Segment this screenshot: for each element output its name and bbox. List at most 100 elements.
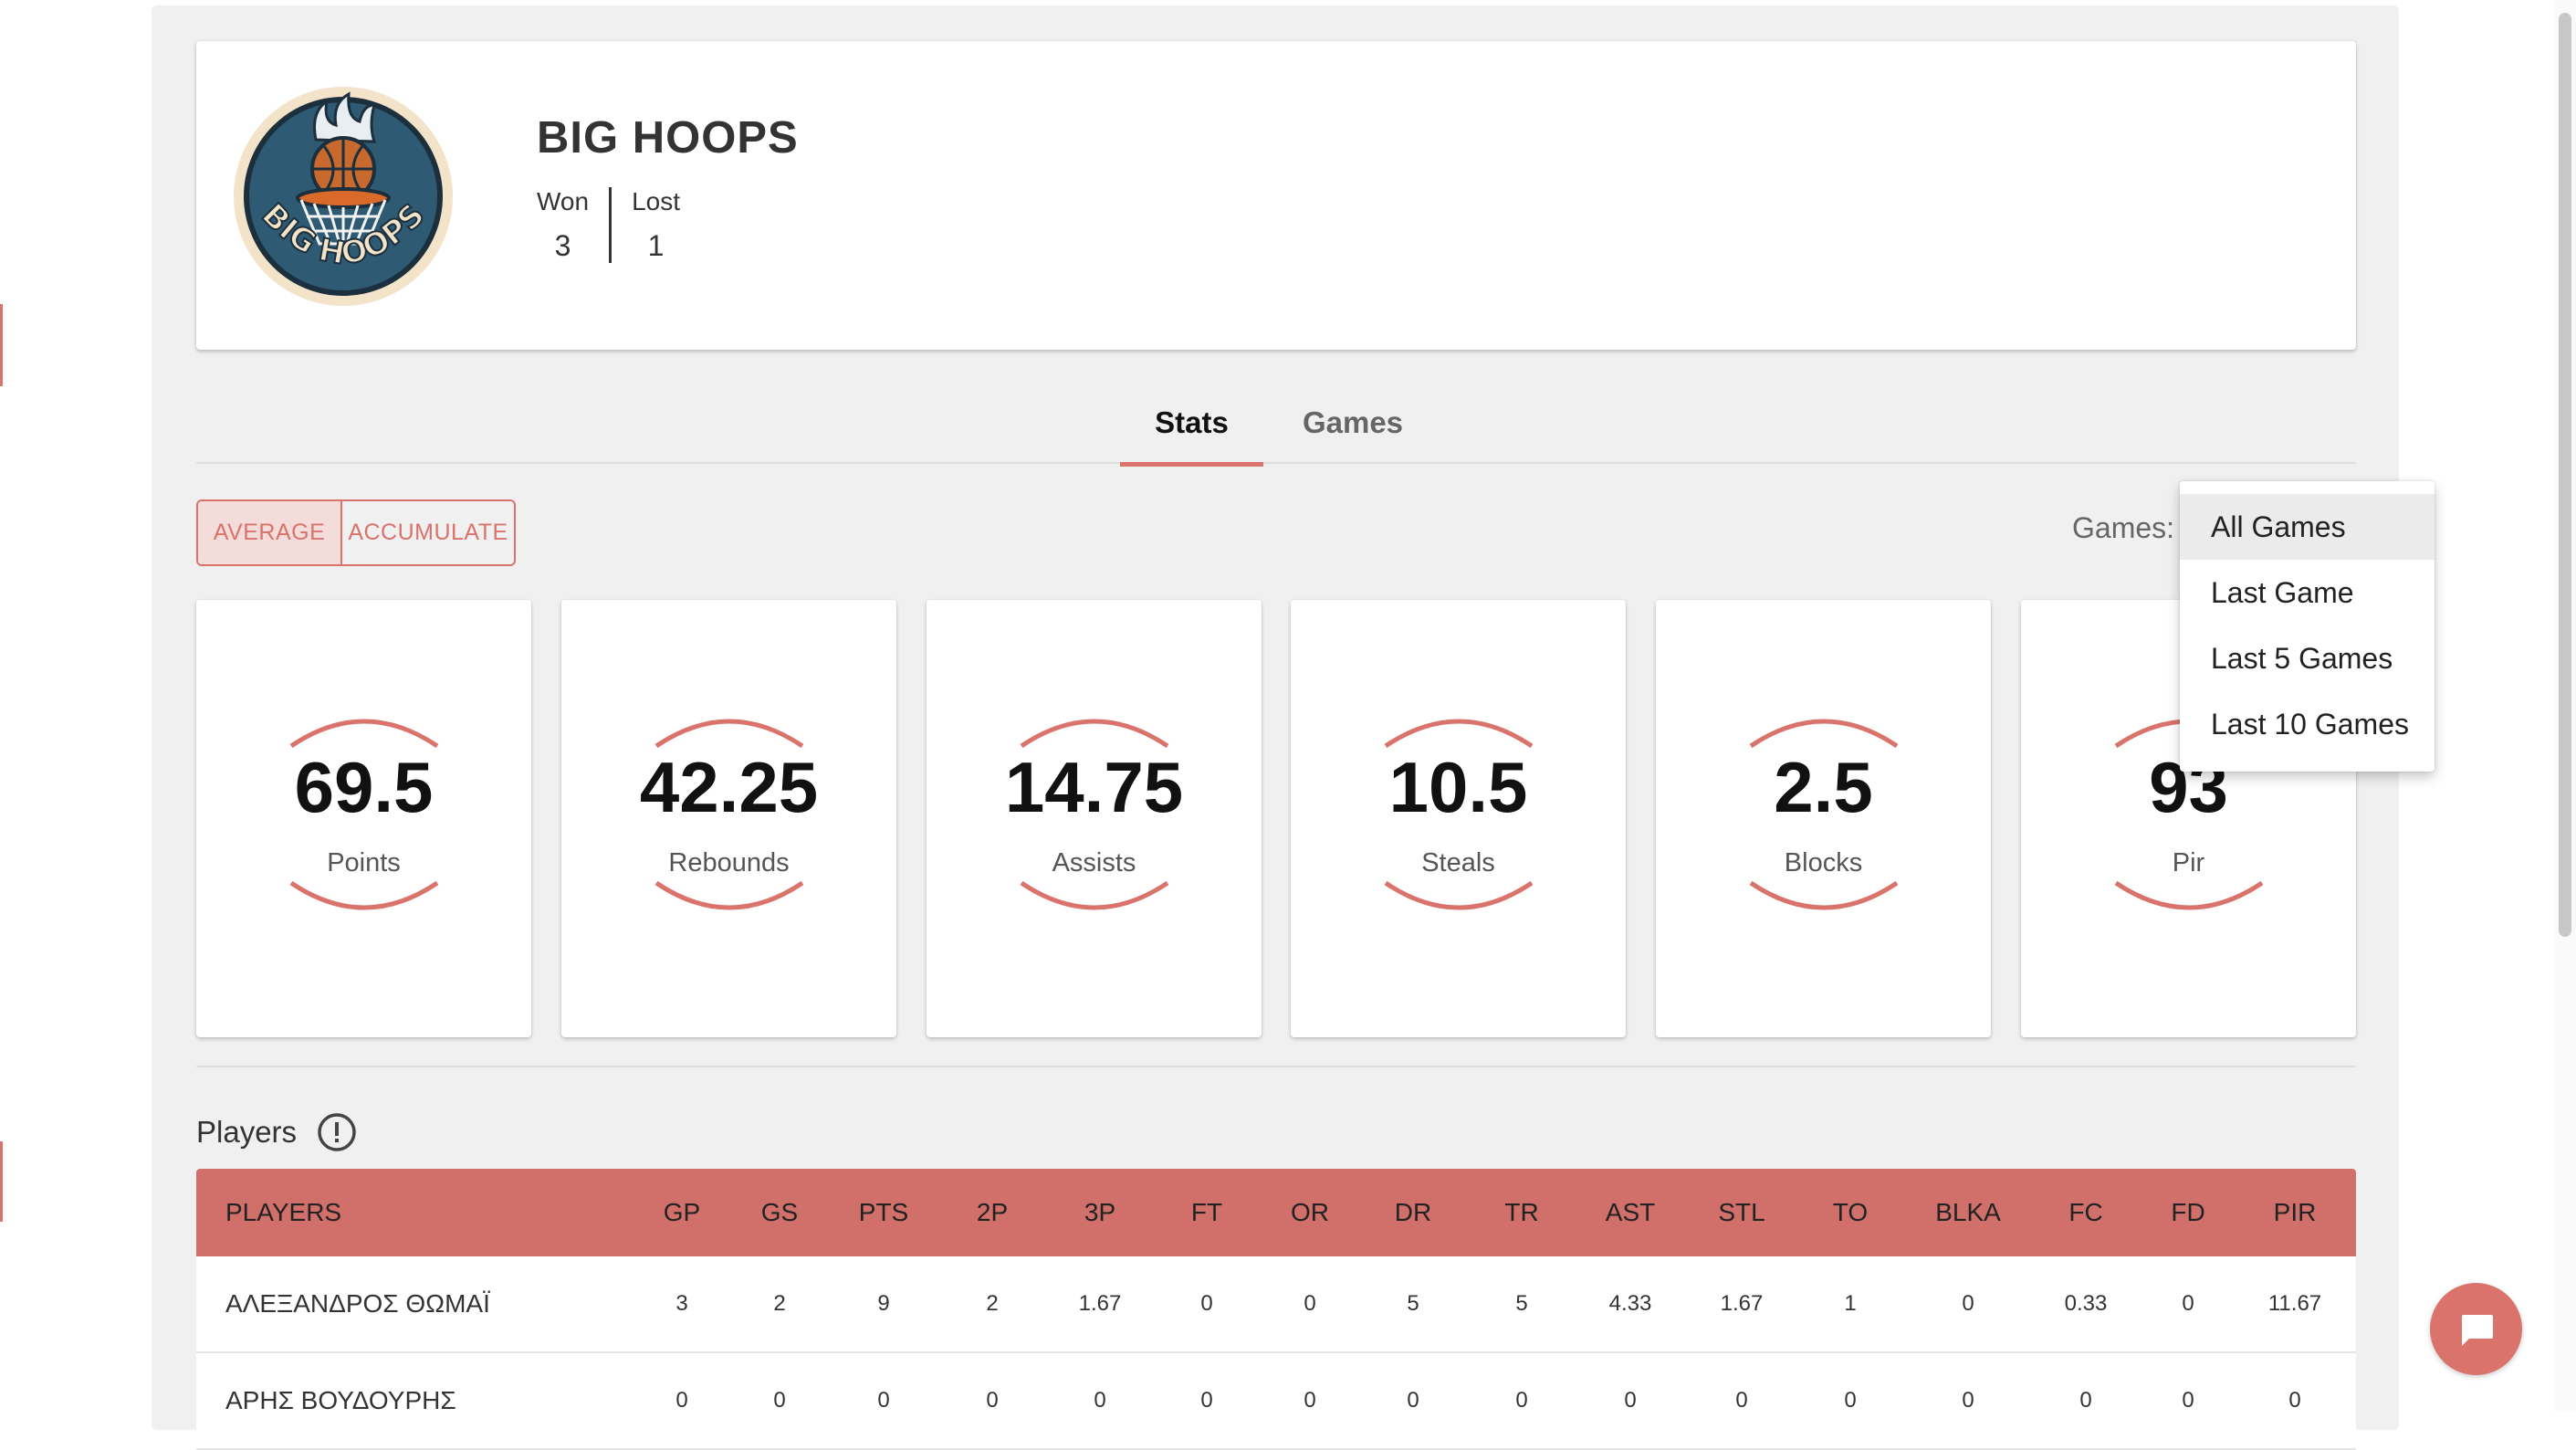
- table-row[interactable]: ΑΡΗΣ ΒΟΥΔΟΥΡΗΣ 0 0 0 0 0 0 0 0 0 0 0 0 0…: [196, 1353, 2356, 1450]
- stat-card-assists: 14.75 Assists: [927, 600, 1262, 1037]
- table-cell: 0: [2182, 1388, 2194, 1413]
- column-header[interactable]: DR: [1395, 1169, 1431, 1256]
- scrollbar-thumb[interactable]: [2559, 13, 2571, 937]
- player-name: ΑΡΗΣ ΒΟΥΔΟΥΡΗΣ: [225, 1386, 456, 1414]
- table-cell: 0: [1304, 1291, 1316, 1316]
- left-edge-marker: [0, 304, 3, 386]
- table-cell: 0: [1200, 1388, 1213, 1413]
- column-header[interactable]: 3P: [1084, 1169, 1115, 1256]
- table-cell: 1.67: [1720, 1291, 1764, 1316]
- stat-card-steals: 10.5 Steals: [1291, 600, 1626, 1037]
- column-header[interactable]: STL: [1718, 1169, 1764, 1256]
- table-cell: 0: [986, 1388, 999, 1413]
- column-header[interactable]: GS: [761, 1169, 798, 1256]
- games-filter-label: Games:: [2072, 511, 2175, 544]
- games-filter-dropdown: All Games Last Game Last 5 Games Last 10…: [2180, 481, 2435, 772]
- table-cell: 3: [675, 1291, 688, 1316]
- players-section-title: Players: [196, 1112, 357, 1152]
- left-edge-marker: [0, 1141, 3, 1222]
- table-cell: 4.33: [1608, 1291, 1652, 1316]
- table-cell: 0: [1624, 1388, 1637, 1413]
- games-option-last-game[interactable]: Last Game: [2180, 560, 2435, 625]
- lost-label: Lost: [632, 187, 681, 215]
- column-header[interactable]: PTS: [859, 1169, 908, 1256]
- games-option-last-5[interactable]: Last 5 Games: [2180, 625, 2435, 691]
- table-cell: 5: [1515, 1291, 1528, 1316]
- chat-button[interactable]: [2430, 1283, 2522, 1375]
- table-cell: 0: [1515, 1388, 1528, 1413]
- table-cell: 0: [1962, 1291, 1974, 1316]
- table-cell: 0: [675, 1388, 688, 1413]
- table-cell: 0: [1094, 1388, 1106, 1413]
- team-logo: BIG HOOPS: [234, 87, 453, 306]
- won-label: Won: [537, 187, 590, 215]
- stat-value: 42.25: [639, 747, 819, 827]
- players-title-label: Players: [196, 1115, 298, 1149]
- stat-mode-toggle: AVERAGE ACCUMULATE: [196, 499, 516, 566]
- info-circle-icon[interactable]: [317, 1112, 357, 1152]
- table-cell: 0: [1844, 1388, 1857, 1413]
- stat-card-blocks: 2.5 Blocks: [1656, 600, 1991, 1037]
- table-cell: 0: [773, 1388, 786, 1413]
- stat-label: Rebounds: [668, 848, 790, 877]
- table-cell: 0: [1407, 1388, 1419, 1413]
- column-header[interactable]: FC: [2068, 1169, 2102, 1256]
- column-header[interactable]: TO: [1833, 1169, 1868, 1256]
- table-cell: 0: [877, 1388, 890, 1413]
- column-header[interactable]: FD: [2171, 1169, 2204, 1256]
- column-header[interactable]: PLAYERS: [225, 1169, 341, 1256]
- section-divider: [196, 1066, 2356, 1067]
- table-cell: 5: [1407, 1291, 1419, 1316]
- table-cell: 0: [2079, 1388, 2092, 1413]
- games-option-all[interactable]: All Games: [2180, 494, 2435, 560]
- average-button[interactable]: AVERAGE: [198, 501, 340, 564]
- table-cell: 9: [877, 1291, 890, 1316]
- accumulate-button[interactable]: ACCUMULATE: [340, 501, 514, 564]
- stat-label: Points: [327, 848, 401, 877]
- column-header[interactable]: FT: [1191, 1169, 1222, 1256]
- stat-value: 69.5: [294, 747, 434, 827]
- column-header[interactable]: 2P: [977, 1169, 1008, 1256]
- table-cell: 0: [1304, 1388, 1316, 1413]
- table-cell: 2: [986, 1291, 999, 1316]
- team-record: Won 3 Lost 1: [537, 187, 700, 263]
- column-header[interactable]: PIR: [2274, 1169, 2317, 1256]
- table-row[interactable]: ΑΛΕΞΑΝΔΡΟΣ ΘΩΜΑΪ 3 2 9 2 1.67 0 0 5 5 4.…: [196, 1256, 2356, 1353]
- table-cell: 0.33: [2064, 1291, 2108, 1316]
- tab-games[interactable]: Games: [1284, 405, 1421, 440]
- team-name: BIG HOOPS: [537, 113, 799, 163]
- column-header[interactable]: OR: [1291, 1169, 1329, 1256]
- stat-value: 2.5: [1774, 747, 1873, 827]
- stat-label: Assists: [1052, 848, 1136, 877]
- games-option-last-10[interactable]: Last 10 Games: [2180, 691, 2435, 757]
- tab-stats[interactable]: Stats: [1120, 405, 1263, 467]
- table-cell: 0: [2182, 1291, 2194, 1316]
- table-cell: 1: [1844, 1291, 1857, 1316]
- column-header[interactable]: BLKA: [1935, 1169, 2001, 1256]
- won-value: 3: [554, 229, 571, 262]
- table-cell: 1.67: [1078, 1291, 1122, 1316]
- lost-column: Lost 1: [609, 187, 700, 263]
- won-column: Won 3: [537, 187, 609, 263]
- table-cell: 0: [1735, 1388, 1748, 1413]
- chat-bubble-icon: [2461, 1314, 2493, 1346]
- tab-bar: Stats Games: [196, 394, 2356, 467]
- column-header[interactable]: TR: [1504, 1169, 1538, 1256]
- column-header[interactable]: GP: [664, 1169, 700, 1256]
- stat-card-rebounds: 42.25 Rebounds: [561, 600, 896, 1037]
- table-cell: 0: [1962, 1388, 1974, 1413]
- table-cell: 0: [1200, 1291, 1213, 1316]
- team-header-card: BIG HOOPS BIG HOOPS Won 3 Lost 1: [196, 41, 2356, 350]
- table-cell: 2: [773, 1291, 786, 1316]
- player-name: ΑΛΕΞΑΝΔΡΟΣ ΘΩΜΑΪ: [225, 1289, 490, 1318]
- lost-value: 1: [647, 229, 665, 262]
- table-cell: 11.67: [2267, 1291, 2322, 1316]
- stat-label: Steals: [1421, 848, 1495, 877]
- stat-label: Pir: [2172, 848, 2205, 877]
- players-table-header: PLAYERS GP GS PTS 2P 3P FT OR DR TR AST …: [196, 1169, 2356, 1256]
- column-header[interactable]: AST: [1606, 1169, 1655, 1256]
- stat-value: 14.75: [1004, 747, 1184, 827]
- players-table: PLAYERS GP GS PTS 2P 3P FT OR DR TR AST …: [196, 1169, 2356, 1450]
- stat-label: Blocks: [1784, 848, 1863, 877]
- table-cell: 0: [2288, 1388, 2301, 1413]
